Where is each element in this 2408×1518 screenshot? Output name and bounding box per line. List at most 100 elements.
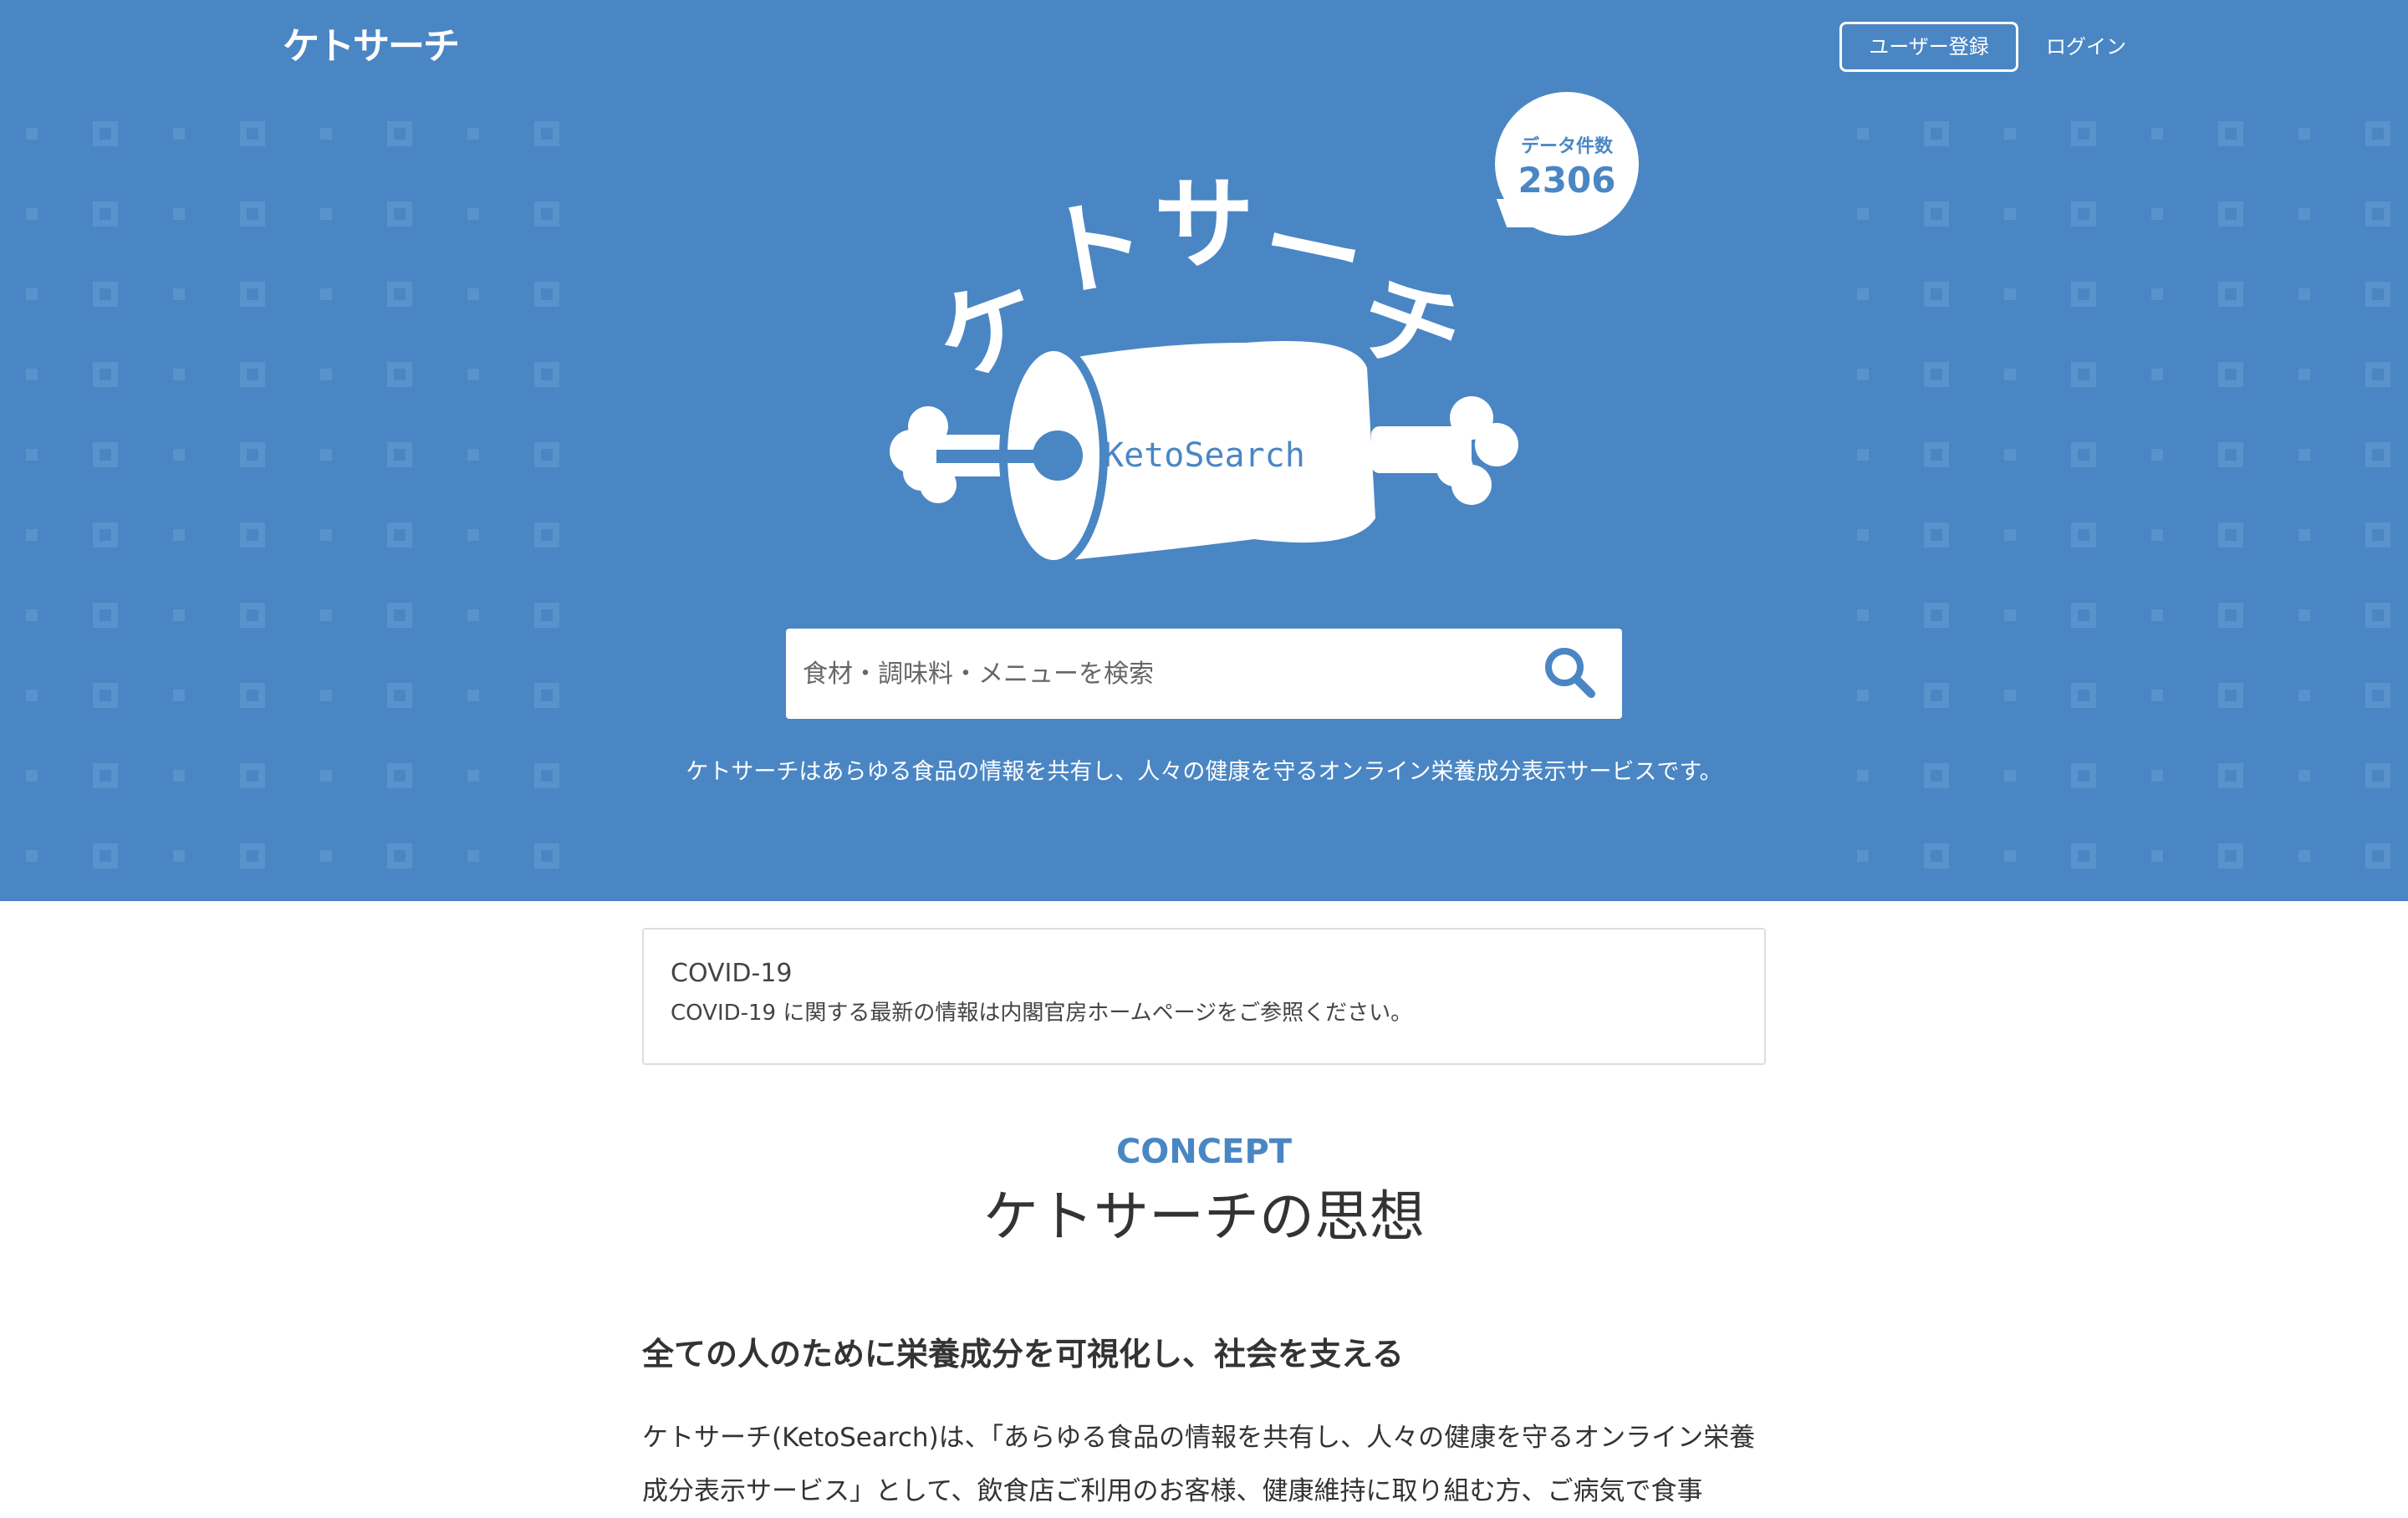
pattern-dot	[320, 609, 332, 621]
pattern-dot	[173, 128, 185, 140]
pattern-dot	[26, 208, 38, 220]
pattern-dot	[2151, 449, 2163, 461]
pattern-dot	[2004, 208, 2016, 220]
hero-tagline: ケトサーチはあらゆる食品の情報を共有し、人々の健康を守るオンライン栄養成分表示サ…	[686, 759, 1722, 785]
notice-body[interactable]: COVID-19 に関する最新の情報は内閣官房ホームページをご参照ください。	[671, 998, 1737, 1028]
pattern-square-inner	[394, 208, 406, 220]
pattern-square-inner	[1931, 850, 1942, 862]
pattern-square-inner	[2372, 128, 2384, 140]
pattern-square-inner	[2372, 850, 2384, 862]
search-button[interactable]	[1530, 642, 1610, 706]
pattern-square-inner	[2372, 609, 2384, 621]
pattern-dot	[320, 369, 332, 380]
pattern-square-inner	[541, 369, 553, 380]
svg-text:ー: ー	[1252, 185, 1374, 319]
pattern-dot	[2004, 609, 2016, 621]
svg-text:サ: サ	[1154, 167, 1254, 283]
pattern-dot	[2004, 850, 2016, 862]
pattern-square-inner	[541, 288, 553, 300]
pattern-dot	[2151, 850, 2163, 862]
pattern-dot	[2298, 529, 2310, 541]
pattern-square-inner	[394, 690, 406, 701]
pattern-dot	[173, 850, 185, 862]
pattern-square-inner	[1931, 529, 1942, 541]
pattern-dot	[1857, 850, 1869, 862]
pattern-square-inner	[2372, 529, 2384, 541]
site-logo[interactable]: ケトサーチ	[283, 22, 458, 67]
pattern-dot	[320, 128, 332, 140]
concept-heading: 全ての人のために栄養成分を可視化し、社会を支える	[642, 1336, 1404, 1373]
pattern-square-inner	[99, 690, 111, 701]
pattern-dot	[2151, 288, 2163, 300]
pattern-square-inner	[2372, 690, 2384, 701]
pattern-square-inner	[541, 128, 553, 140]
pattern-dot	[320, 449, 332, 461]
pattern-square-inner	[247, 690, 258, 701]
pattern-square-inner	[2225, 609, 2237, 621]
pattern-square-inner	[394, 609, 406, 621]
pattern-square-inner	[2078, 369, 2089, 380]
pattern-square-inner	[394, 850, 406, 862]
pattern-square-inner	[2372, 288, 2384, 300]
pattern-square-inner	[99, 529, 111, 541]
pattern-dot	[2151, 609, 2163, 621]
pattern-square-inner	[247, 850, 258, 862]
pattern-square-inner	[541, 208, 553, 220]
pattern-square-inner	[2225, 529, 2237, 541]
pattern-dot	[26, 449, 38, 461]
pattern-square-inner	[541, 690, 553, 701]
pattern-dot	[173, 529, 185, 541]
pattern-square-inner	[247, 369, 258, 380]
login-link[interactable]: ログイン	[2023, 22, 2149, 72]
register-button[interactable]: ユーザー登録	[1839, 22, 2018, 72]
pattern-dot	[1857, 529, 1869, 541]
pattern-square-inner	[247, 288, 258, 300]
pattern-dot	[173, 288, 185, 300]
pattern-square-inner	[247, 208, 258, 220]
pattern-square-inner	[2372, 208, 2384, 220]
pattern-dot	[2298, 128, 2310, 140]
pattern-square-inner	[541, 529, 553, 541]
pattern-square-inner	[1931, 609, 1942, 621]
pattern-square-inner	[394, 369, 406, 380]
pattern-dot	[2151, 529, 2163, 541]
pattern-square-inner	[2372, 449, 2384, 461]
pattern-dot	[26, 529, 38, 541]
pattern-dot	[1857, 609, 1869, 621]
pattern-dot	[320, 288, 332, 300]
pattern-square-inner	[99, 449, 111, 461]
pattern-square-inner	[394, 449, 406, 461]
pattern-dot	[1857, 449, 1869, 461]
pattern-square-inner	[2225, 208, 2237, 220]
pattern-dot	[173, 690, 185, 701]
pattern-square-inner	[1931, 369, 1942, 380]
pattern-dot	[2298, 690, 2310, 701]
pattern-square-inner	[247, 449, 258, 461]
pattern-dot	[26, 850, 38, 862]
concept-title: ケトサーチの思想	[983, 1184, 1425, 1249]
pattern-dot	[2298, 369, 2310, 380]
pattern-dot	[26, 128, 38, 140]
pattern-dot	[467, 690, 479, 701]
pattern-dot	[320, 208, 332, 220]
pattern-square-inner	[99, 850, 111, 862]
hero-section: ケトサーチ ユーザー登録 ログイン ケ ト サ ー チ KetoSearch デ…	[0, 0, 2408, 901]
pattern-dot	[173, 208, 185, 220]
pattern-square-inner	[99, 208, 111, 220]
pattern-square-inner	[2225, 449, 2237, 461]
pattern-square-inner	[2225, 288, 2237, 300]
pattern-dot	[26, 609, 38, 621]
pattern-dot	[467, 609, 479, 621]
search-icon	[1545, 647, 1595, 698]
pattern-dot	[467, 369, 479, 380]
pattern-dot	[467, 449, 479, 461]
pattern-square-inner	[2372, 369, 2384, 380]
pattern-dot	[2004, 128, 2016, 140]
search-input[interactable]	[786, 629, 1505, 719]
pattern-square-inner	[2078, 529, 2089, 541]
pattern-square-inner	[2078, 288, 2089, 300]
pattern-dot	[26, 288, 38, 300]
pattern-square-inner	[247, 128, 258, 140]
pattern-dot	[2004, 369, 2016, 380]
pattern-dot	[467, 850, 479, 862]
